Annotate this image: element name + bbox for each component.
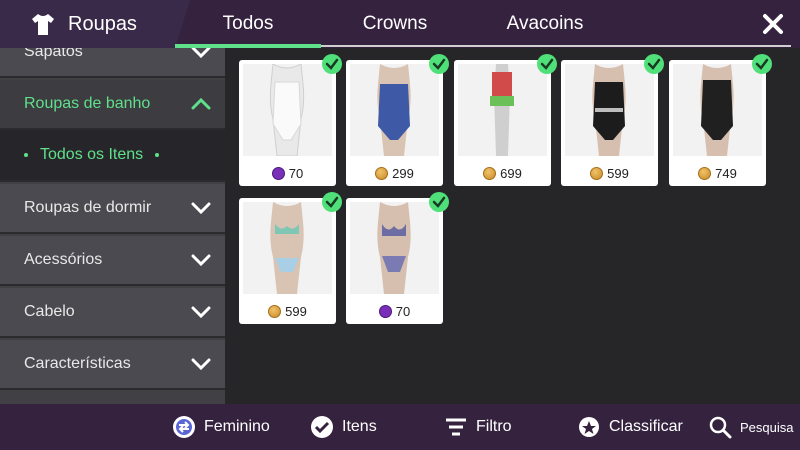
sidebar-item-sapatos[interactable]: Sapatos bbox=[0, 48, 225, 78]
avacoin-icon bbox=[375, 167, 389, 180]
filter-label: Filtro bbox=[476, 418, 512, 435]
tab-avacoins[interactable]: Avacoins bbox=[475, 0, 615, 48]
item-card[interactable]: 599 bbox=[239, 192, 342, 324]
owned-check-icon bbox=[429, 54, 449, 74]
crown-coin-icon bbox=[378, 305, 392, 318]
sidebar-item-cabelo[interactable]: Cabelo bbox=[0, 288, 225, 338]
close-icon[interactable] bbox=[757, 8, 789, 40]
tab-crowns[interactable]: Crowns bbox=[330, 0, 460, 48]
avacoin-icon bbox=[268, 305, 282, 318]
sidebar-item-label: Acessórios bbox=[24, 251, 103, 268]
filter-button[interactable]: Filtro bbox=[444, 404, 512, 450]
sidebar-item-label: Sapatos bbox=[24, 48, 83, 60]
sort-button[interactable]: Classificar bbox=[577, 404, 683, 450]
chevron-down-icon bbox=[191, 254, 211, 266]
search-button[interactable]: Pesquisa bbox=[708, 404, 793, 450]
top-bar: Roupas Todos Crowns Avacoins bbox=[0, 0, 800, 48]
item-card[interactable]: 299 bbox=[346, 54, 449, 186]
item-card[interactable]: 699 bbox=[454, 54, 557, 186]
sidebar-subitem-todos-os-itens[interactable]: Todos os Itens bbox=[0, 130, 225, 182]
owned-check-icon bbox=[322, 192, 342, 212]
item-price: 70 bbox=[288, 166, 304, 181]
category-sidebar: Sapatos Roupas de banho Todos os Itens R… bbox=[0, 48, 225, 404]
chevron-down-icon bbox=[191, 48, 211, 58]
chevron-up-icon bbox=[191, 98, 211, 110]
owned-check-icon bbox=[752, 54, 772, 74]
sidebar-item-label: Roupas de dormir bbox=[24, 199, 152, 216]
item-thumbnail bbox=[565, 64, 654, 156]
shirt-icon bbox=[32, 14, 54, 35]
item-card[interactable]: 70 bbox=[239, 54, 342, 186]
item-price: 70 bbox=[395, 304, 411, 319]
sidebar-item-label: Cabelo bbox=[24, 303, 75, 320]
item-card[interactable]: 70 bbox=[346, 192, 449, 324]
section-tab-roupas[interactable]: Roupas bbox=[0, 0, 190, 48]
search-icon bbox=[709, 416, 732, 439]
sort-label: Classificar bbox=[609, 418, 683, 435]
tab-todos[interactable]: Todos bbox=[175, 0, 321, 48]
sidebar-item-caracteristicas[interactable]: Características bbox=[0, 340, 225, 390]
sidebar-item-roupas-de-dormir[interactable]: Roupas de dormir bbox=[0, 184, 225, 234]
tab-divider bbox=[321, 45, 791, 47]
owned-check-icon bbox=[322, 54, 342, 74]
item-thumbnail bbox=[243, 202, 332, 294]
item-price: 599 bbox=[607, 166, 629, 181]
avacoin-icon bbox=[698, 167, 712, 180]
gender-label: Feminino bbox=[204, 418, 270, 435]
item-thumbnail bbox=[350, 64, 439, 156]
crown-coin-icon bbox=[271, 167, 285, 180]
items-button[interactable]: Itens bbox=[310, 404, 377, 450]
item-card[interactable]: 599 bbox=[561, 54, 664, 186]
items-label: Itens bbox=[342, 418, 377, 435]
check-circle-icon bbox=[311, 416, 333, 438]
item-thumbnail bbox=[350, 202, 439, 294]
owned-check-icon bbox=[644, 54, 664, 74]
search-label: Pesquisa bbox=[740, 419, 794, 435]
item-thumbnail bbox=[458, 64, 547, 156]
sidebar-item-acessorios[interactable]: Acessórios bbox=[0, 236, 225, 286]
sidebar-item-roupas-de-banho[interactable]: Roupas de banho bbox=[0, 80, 225, 130]
item-price: 599 bbox=[285, 304, 307, 319]
owned-check-icon bbox=[537, 54, 557, 74]
sidebar-subitem-label: Todos os Itens bbox=[40, 146, 144, 163]
bottom-toolbar: Feminino Itens Filtro Classificar Pesqui… bbox=[0, 404, 800, 450]
avacoin-icon bbox=[483, 167, 497, 180]
item-price: 299 bbox=[392, 166, 414, 181]
owned-check-icon bbox=[429, 192, 449, 212]
section-title: Roupas bbox=[68, 12, 137, 35]
avacoin-icon bbox=[590, 167, 604, 180]
chevron-down-icon bbox=[191, 358, 211, 370]
sidebar-item-label: Características bbox=[24, 355, 131, 372]
bullet-icon bbox=[155, 153, 160, 157]
item-grid: 70 299 699 599 749 599 70 bbox=[225, 48, 800, 404]
chevron-down-icon bbox=[191, 202, 211, 214]
item-thumbnail bbox=[243, 64, 332, 156]
gender-switch-icon bbox=[173, 416, 195, 438]
item-card[interactable]: 749 bbox=[669, 54, 772, 186]
gender-toggle-button[interactable]: Feminino bbox=[172, 404, 270, 450]
item-price: 699 bbox=[500, 166, 522, 181]
item-price: 749 bbox=[715, 166, 737, 181]
item-thumbnail bbox=[673, 64, 762, 156]
sidebar-item-label: Roupas de banho bbox=[24, 95, 151, 112]
sort-icon bbox=[579, 417, 599, 437]
bullet-icon bbox=[24, 153, 28, 157]
filter-icon bbox=[446, 418, 466, 436]
chevron-down-icon bbox=[191, 306, 211, 318]
